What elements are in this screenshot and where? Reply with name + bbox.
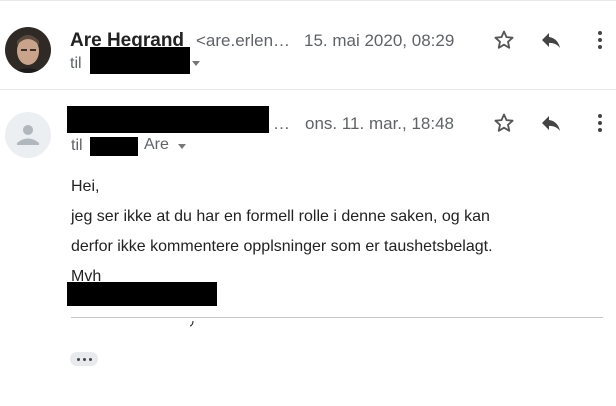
- email-message-1[interactable]: Are Hegrand <are.erlen… 15. mai 2020, 08…: [0, 0, 616, 90]
- quote-divider: [71, 317, 603, 318]
- body-line: Hei,: [71, 178, 100, 195]
- redaction-bar: [67, 106, 269, 133]
- signature-redaction: [67, 282, 217, 306]
- default-person-icon: [17, 125, 39, 145]
- redaction-bar: [90, 137, 138, 156]
- chevron-down-icon[interactable]: [192, 61, 200, 66]
- body-line: jeg ser ikke at du har en formell rolle …: [71, 208, 490, 225]
- sender-email: <are.erlen…: [196, 31, 291, 50]
- reply-icon[interactable]: [539, 111, 563, 135]
- message-body: Hei, jeg ser ikke at du har en formell r…: [71, 172, 591, 292]
- sender-truncation: …: [273, 114, 290, 133]
- redaction-bar: [90, 47, 190, 74]
- body-line: derfor ikke kommentere opplsninger som e…: [71, 238, 493, 255]
- dot: [82, 357, 86, 361]
- ellipsis-icon[interactable]: [70, 352, 98, 366]
- recipient-label: til: [71, 137, 83, 154]
- more-vert-icon[interactable]: [588, 111, 612, 135]
- email-message-2: … ons. 11. mar., 18:48 til Are Hei, jeg …: [0, 89, 616, 406]
- sender-avatar: [5, 27, 51, 73]
- more-vert-icon[interactable]: [588, 28, 612, 52]
- scan-artifact-mark: [190, 321, 194, 327]
- sender-avatar: [5, 112, 51, 158]
- reply-icon[interactable]: [539, 28, 563, 52]
- chevron-down-icon[interactable]: [178, 144, 186, 149]
- star-icon[interactable]: [492, 111, 516, 135]
- recipient-name: Are: [144, 136, 169, 153]
- message-date: ons. 11. mar., 18:48: [305, 114, 454, 133]
- star-icon[interactable]: [492, 28, 516, 52]
- dot: [76, 357, 80, 361]
- profile-photo-icon: [5, 27, 51, 73]
- recipient-label: til: [70, 55, 82, 72]
- message-date: 15. mai 2020, 08:29: [304, 31, 455, 50]
- dot: [88, 357, 92, 361]
